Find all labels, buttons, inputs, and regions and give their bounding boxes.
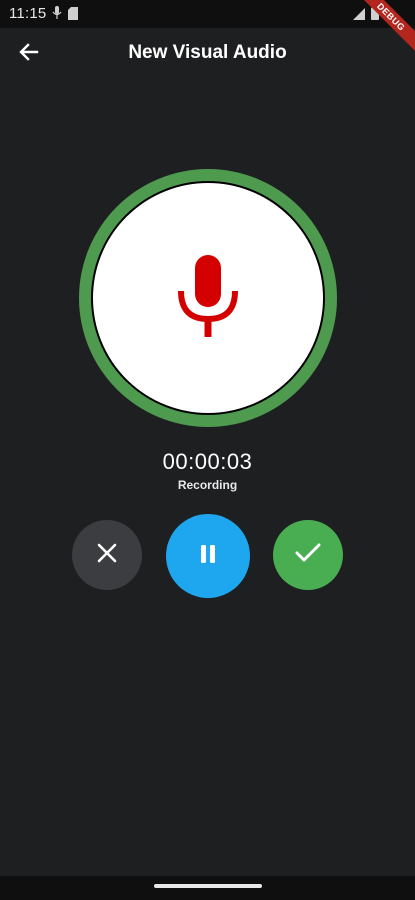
recording-timer: 00:00:03	[162, 449, 253, 474]
mic-button[interactable]	[91, 181, 325, 415]
recording-indicator-ring	[79, 169, 337, 427]
recording-status: Recording	[177, 478, 238, 492]
pause-button[interactable]	[166, 514, 250, 598]
microphone-icon	[178, 254, 238, 342]
home-indicator[interactable]	[154, 884, 262, 888]
check-icon	[295, 543, 321, 568]
cancel-button[interactable]	[72, 520, 142, 590]
mic-status-icon	[52, 6, 62, 25]
status-icons-left	[52, 6, 78, 25]
sim-card-icon	[68, 6, 78, 25]
status-bar: 11:15 DEBUG	[0, 0, 415, 58]
pause-icon	[198, 544, 218, 569]
navigation-bar	[0, 876, 415, 900]
close-icon	[96, 542, 118, 569]
app-bar: New Visual Audio	[0, 28, 415, 80]
status-time: 11:15	[9, 5, 47, 22]
confirm-button[interactable]	[273, 520, 343, 590]
signal-icon	[353, 7, 365, 25]
page-title: New Visual Audio	[128, 42, 287, 63]
